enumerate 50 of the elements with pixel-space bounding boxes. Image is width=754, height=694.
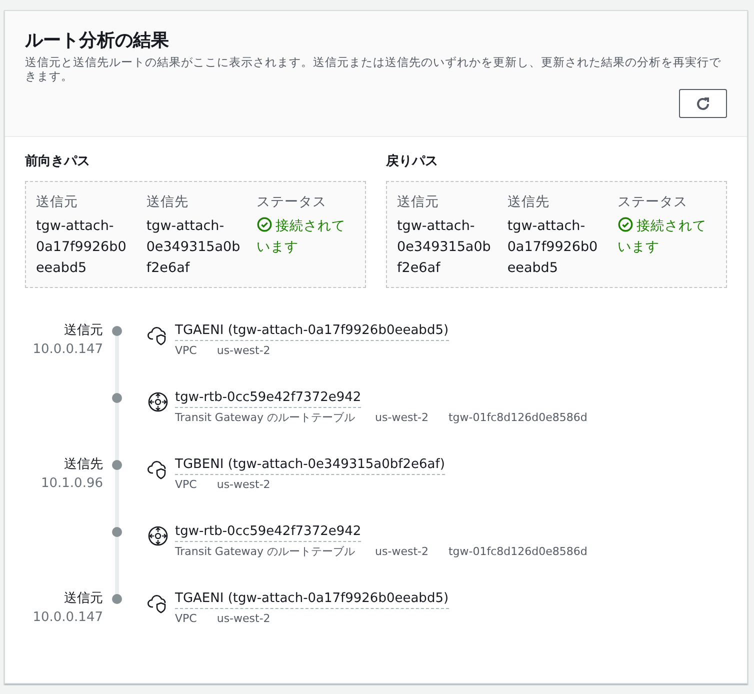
route-wheel-icon [147,391,169,413]
field-label: 送信元 [397,193,440,212]
timeline-dot [112,326,122,336]
resource-detail: VPC [175,611,197,626]
path-title: 前向きパス [25,153,91,171]
field-value: tgw-attach-0a17f9926b0eeabd5 [36,217,128,278]
field-value: tgw-attach-0e349315a0bf2e6af [397,217,492,278]
timeline-dot [112,527,122,537]
resource-detail: tgw-01fc8d126d0e8586d [448,544,588,559]
field-value: tgw-attach-0e349315a0bf2e6af [146,217,242,278]
endpoint-label: 送信元 [64,322,103,340]
resource-name[interactable]: tgw-rtb-0cc59e42f7372e942 [175,523,362,542]
endpoint-label: 送信元 [64,590,103,608]
status-text: 接続されています [618,216,708,257]
ip-address: 10.0.0.147 [32,609,103,627]
timeline-dot [112,594,122,604]
resource-detail: Transit Gateway のルートテーブル [175,410,356,425]
field-label: 送信先 [507,193,550,212]
endpoint-label: 送信先 [64,456,103,474]
resource-name[interactable]: TGAENI (tgw-attach-0a17f9926b0eeabd5) [175,590,449,609]
field-label: 送信元 [36,193,79,212]
ip-address: 10.0.0.147 [32,341,103,359]
resource-detail: us-west-2 [375,410,428,425]
resource-detail: us-west-2 [216,477,270,492]
resource-detail: us-west-2 [216,611,270,626]
status-text: 接続されています [256,216,347,257]
field-label: 送信先 [146,193,190,212]
ip-address: 10.1.0.96 [40,475,103,493]
resource-name[interactable]: TGAENI (tgw-attach-0a17f9926b0eeabd5) [175,322,449,341]
check-circle-icon [618,217,633,232]
resource-detail: us-west-2 [216,343,270,358]
refresh-icon [695,96,711,112]
field-value: tgw-attach-0a17f9926b0eeabd5 [507,217,599,278]
check-circle-icon [256,217,272,232]
route-wheel-icon [147,525,169,547]
resource-detail: tgw-01fc8d126d0e8586d [448,410,588,425]
refresh-button[interactable] [679,89,727,118]
field-label: ステータス [256,193,328,212]
panel-title: ルート分析の結果 [25,29,170,53]
panel-description: 送信元と送信先ルートの結果がここに表示されます。送信元または送信先のいずれかを更新し、更新された結果の分析を再実行できます。 [25,55,722,83]
resource-detail: VPC [175,477,197,492]
path-title: 戻りパス [386,153,439,171]
resource-name[interactable]: TGBENI (tgw-attach-0e349315a0bf2e6af) [175,456,445,475]
resource-detail: VPC [175,343,197,358]
resource-name[interactable]: tgw-rtb-0cc59e42f7372e942 [175,389,362,408]
field-label: ステータス [618,193,689,212]
resource-detail: Transit Gateway のルートテーブル [175,544,356,559]
timeline-dot [112,393,122,403]
resource-detail: us-west-2 [375,544,428,559]
timeline-dot [112,460,122,470]
